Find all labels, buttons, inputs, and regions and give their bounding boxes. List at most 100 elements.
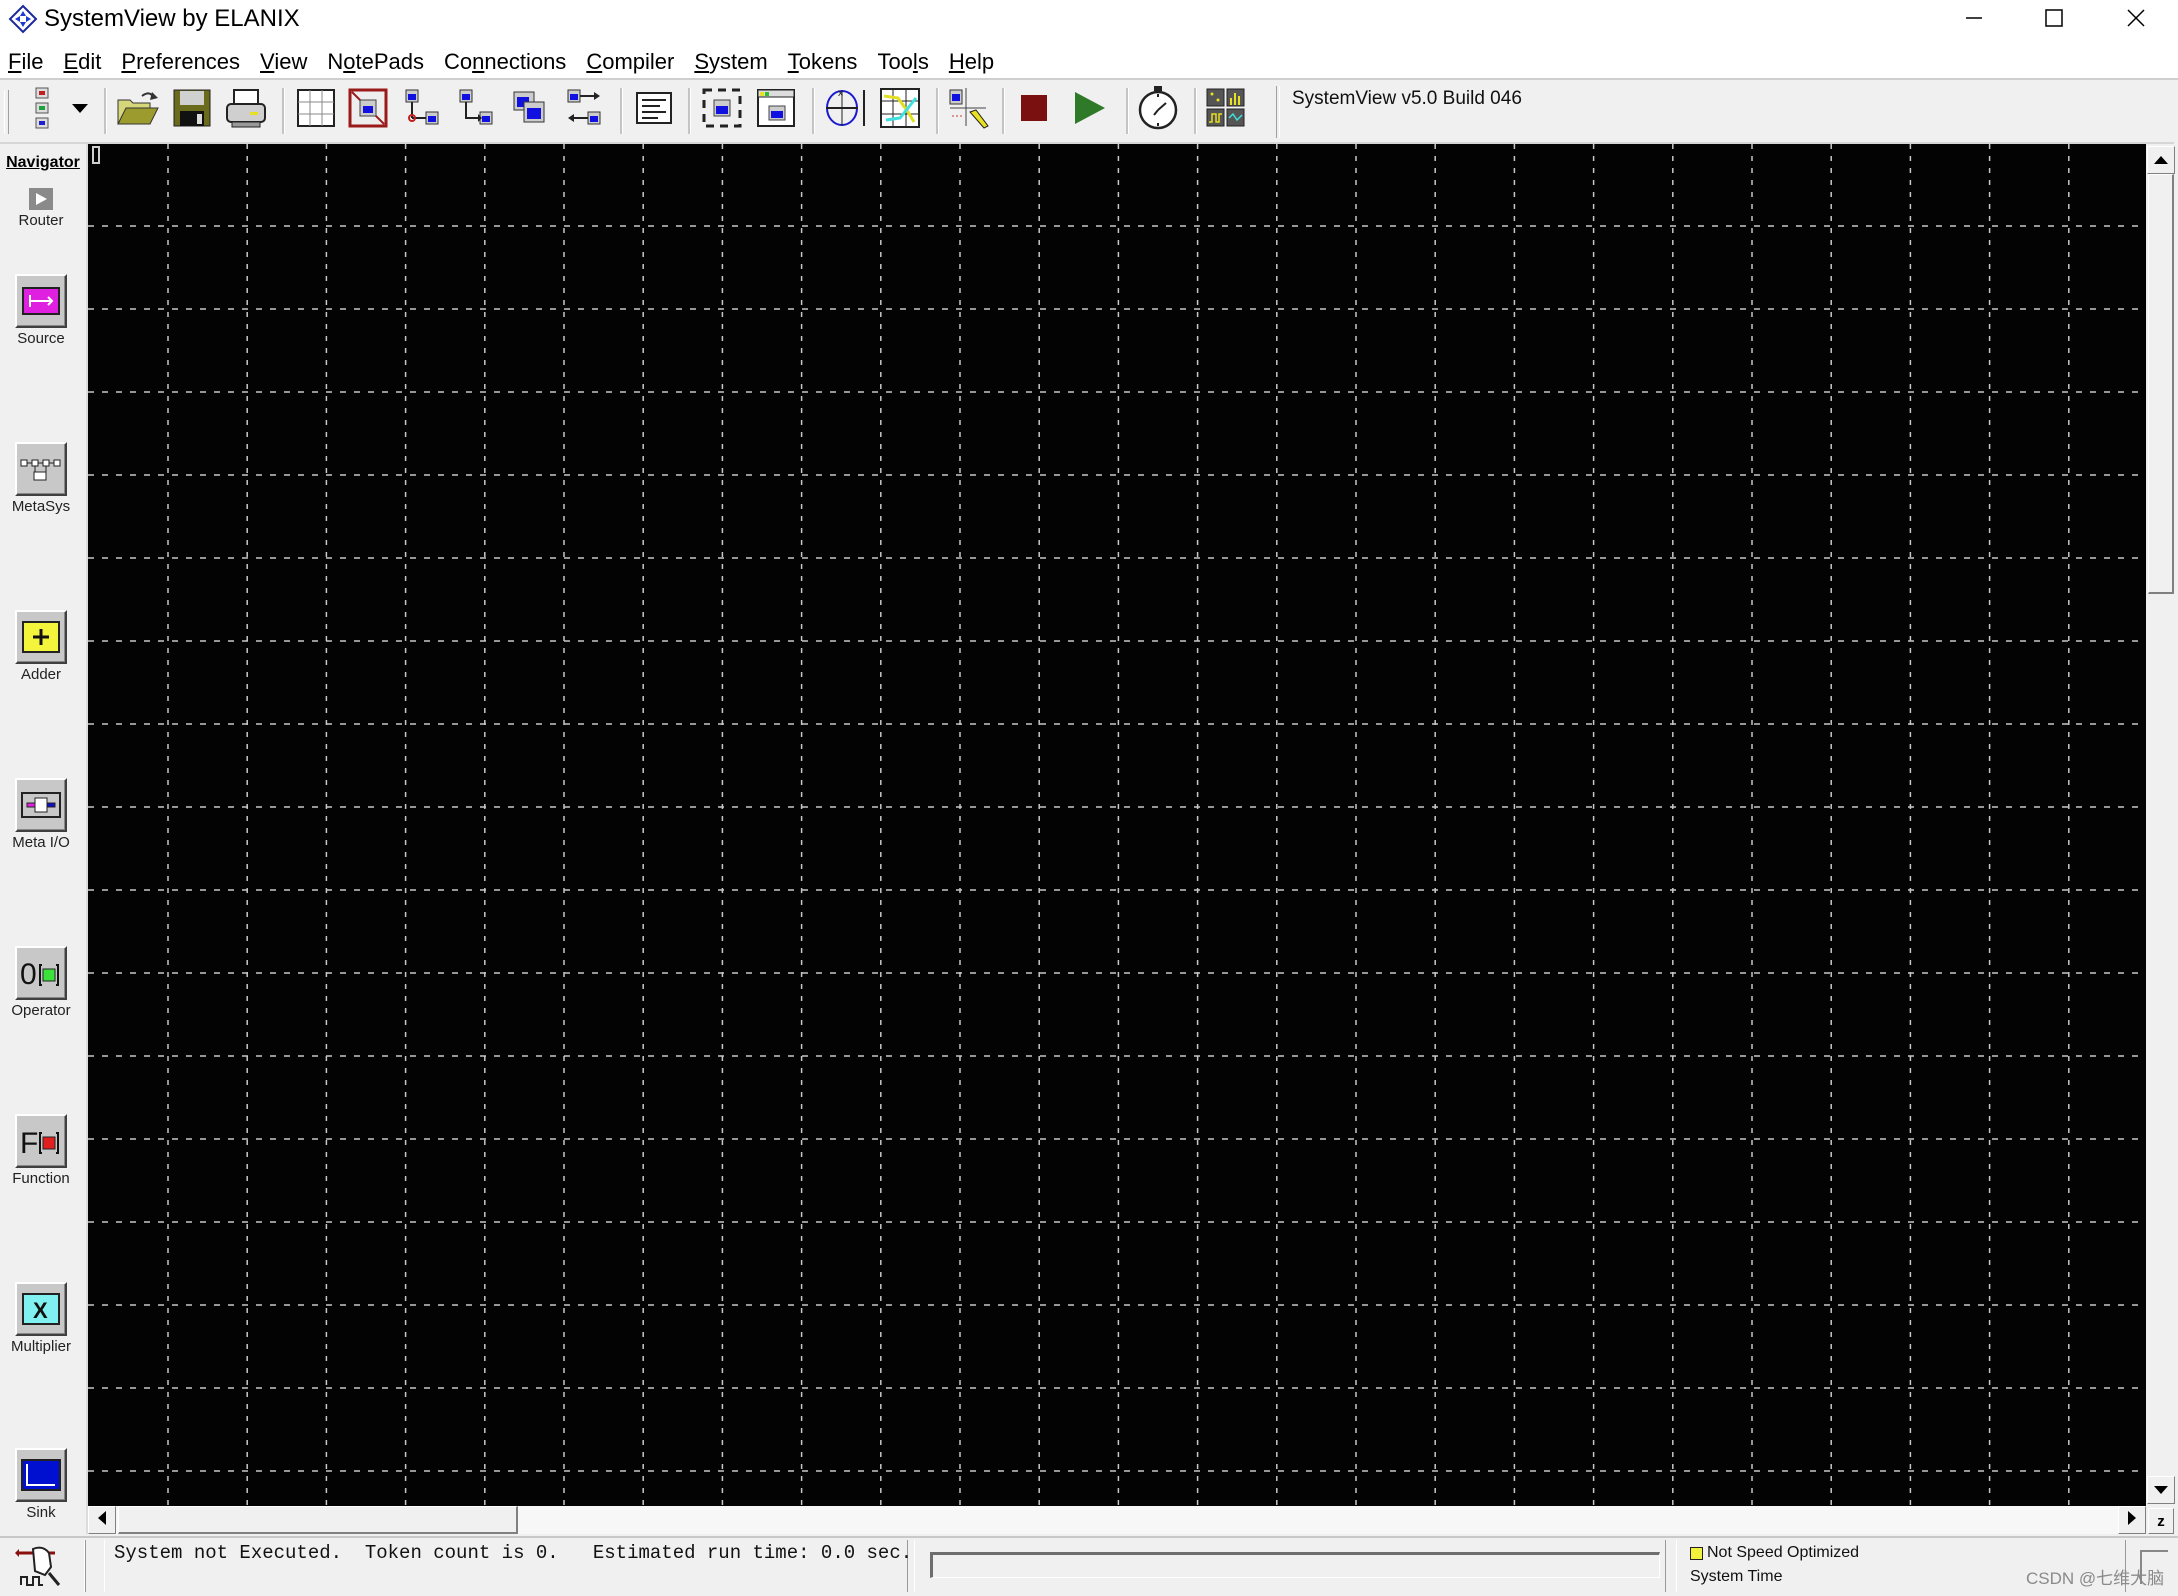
scroll-left-button[interactable]: [88, 1506, 116, 1534]
menu-file[interactable]: File: [0, 47, 55, 77]
menu-view[interactable]: View: [252, 47, 319, 77]
menu-help[interactable]: Help: [941, 47, 1006, 77]
stop-button[interactable]: [1010, 86, 1058, 134]
grid-button[interactable]: [292, 86, 340, 134]
arrow-up-icon: [2154, 151, 2168, 169]
stop-icon: [1020, 94, 1048, 127]
sink-icon: [15, 1448, 67, 1502]
design-canvas[interactable]: [88, 144, 2146, 1506]
menu-label: Connections: [443, 49, 567, 74]
toolbar-separator: [936, 88, 939, 134]
vertical-scroll-thumb[interactable]: [2148, 174, 2174, 594]
version-label: SystemView v5.0 Build 046: [1292, 88, 1522, 109]
print-icon: [224, 88, 268, 133]
toolbar-separator: [282, 88, 285, 134]
nav-router[interactable]: Router: [0, 188, 82, 229]
elanix-diamond-icon[interactable]: [8, 4, 38, 34]
menu-label: Tools: [877, 49, 929, 74]
bode-plot-button[interactable]: [876, 86, 924, 134]
menu-tools[interactable]: Tools: [869, 47, 940, 77]
notepad-icon: [636, 91, 672, 129]
minimize-button[interactable]: [1934, 0, 2014, 36]
resize-grip[interactable]: [2140, 1550, 2168, 1584]
root-locus-button[interactable]: x: [822, 86, 870, 134]
insertion-cursor: [92, 146, 100, 164]
meta-io-icon: [15, 778, 67, 832]
horizontal-scroll-thumb[interactable]: [118, 1506, 518, 1534]
notepad-button[interactable]: [630, 86, 678, 134]
menu-notepads[interactable]: NotePads: [319, 47, 436, 77]
close-button[interactable]: [2096, 0, 2176, 36]
delete-token-icon: [348, 88, 388, 133]
menu-system[interactable]: System: [686, 47, 779, 77]
save-button[interactable]: [168, 86, 216, 134]
speed-label: Not Speed Optimized: [1707, 1544, 1860, 1561]
horizontal-scrollbar[interactable]: [88, 1506, 2146, 1534]
token-library-button[interactable]: [18, 86, 66, 134]
root-locus-icon: x: [824, 86, 868, 135]
nav-function[interactable]: F Function: [0, 1114, 82, 1187]
vertical-scrollbar[interactable]: [2146, 144, 2176, 1506]
navigator-panel: Navigator Router Source MetaSys Adder Me…: [0, 144, 88, 1534]
toolbar-separator: [1276, 86, 1280, 138]
arrow-down-icon: [2154, 1481, 2168, 1499]
create-metasystem-button[interactable]: [698, 86, 746, 134]
disconnect-tokens-button[interactable]: [398, 86, 446, 134]
scroll-up-button[interactable]: [2147, 146, 2175, 174]
open-file-icon: [116, 88, 160, 133]
grid-icon: [297, 88, 335, 132]
menu-label: Compiler: [586, 49, 675, 74]
token-library-dropdown[interactable]: [60, 86, 100, 134]
maximize-button[interactable]: [2014, 0, 2094, 36]
view-metasystem-button[interactable]: [752, 86, 800, 134]
menu-label: Tokens: [787, 49, 858, 74]
status-bar: System not Executed. Token count is 0. E…: [0, 1536, 2178, 1596]
reverse-token-icon: [564, 88, 604, 133]
nav-label: MetaSys: [11, 498, 71, 515]
scroll-down-button[interactable]: [2147, 1476, 2175, 1504]
menu-tokens[interactable]: Tokens: [780, 47, 870, 77]
toolbar-grip[interactable]: [4, 90, 9, 134]
menu-bar: File Edit Preferences View NotePads Conn…: [0, 46, 2178, 78]
menu-edit[interactable]: Edit: [55, 47, 113, 77]
nav-meta-io[interactable]: Meta I/O: [0, 778, 82, 851]
token-pointer-icon[interactable]: [10, 1544, 70, 1590]
print-button[interactable]: [222, 86, 270, 134]
multiplier-x-icon: X: [15, 1282, 67, 1336]
menu-connections[interactable]: Connections: [436, 47, 578, 77]
toolbar: x SystemView v5.0 Build 046: [0, 80, 2174, 144]
reverse-token-button[interactable]: [560, 86, 608, 134]
menu-compiler[interactable]: Compiler: [578, 47, 686, 77]
connect-tokens-button[interactable]: [452, 86, 500, 134]
menu-label: File: [8, 49, 44, 74]
scroll-right-button[interactable]: [2118, 1506, 2146, 1534]
window-title: SystemView by ELANIX: [44, 5, 300, 32]
duplicate-token-button[interactable]: [506, 86, 554, 134]
nav-label: Meta I/O: [12, 834, 70, 851]
toolbar-separator: [1002, 88, 1005, 134]
menu-preferences[interactable]: Preferences: [113, 47, 252, 77]
run-icon: [1073, 90, 1107, 131]
nav-source[interactable]: Source: [0, 274, 82, 347]
nav-operator[interactable]: 0 Operator: [0, 946, 82, 1019]
arrow-right-icon: [2128, 1510, 2136, 1530]
nav-multiplier[interactable]: X Multiplier: [0, 1282, 82, 1355]
analysis-window-button[interactable]: [1202, 86, 1250, 134]
nav-metasys[interactable]: MetaSys: [0, 442, 82, 515]
run-button[interactable]: [1066, 86, 1114, 134]
delete-token-button[interactable]: [344, 86, 392, 134]
draw-token-button[interactable]: [944, 86, 992, 134]
svg-text:X: X: [33, 1298, 48, 1323]
nav-label: Function: [12, 1170, 70, 1187]
toolbar-separator: [1126, 88, 1129, 134]
open-button[interactable]: [114, 86, 162, 134]
nav-sink[interactable]: Sink: [0, 1448, 82, 1521]
status-message: System not Executed. Token count is 0. E…: [114, 1542, 913, 1564]
menu-label: NotePads: [327, 49, 424, 74]
title-bar: SystemView by ELANIX: [0, 0, 2178, 48]
nav-adder[interactable]: Adder: [0, 610, 82, 683]
svg-text:x: x: [838, 88, 843, 99]
zoom-button[interactable]: z: [2148, 1508, 2174, 1534]
nav-label: Operator: [11, 1002, 71, 1019]
system-time-button[interactable]: [1134, 85, 1182, 134]
